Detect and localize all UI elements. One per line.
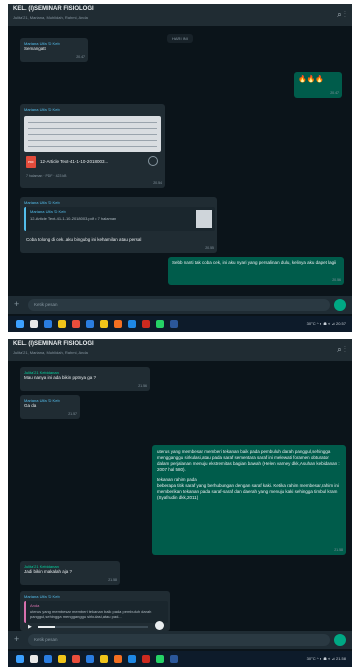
download-icon[interactable] [148, 156, 158, 166]
chat-header[interactable]: KEL. (I)SEMINAR FISIOLOGI Julita'21, Mar… [8, 4, 352, 26]
chat-header[interactable]: KEL. (I)SEMINAR FISIOLOGI Julita'21, Mar… [8, 339, 352, 361]
taskbar-app-icon[interactable] [142, 320, 150, 328]
message-time: 20.54 [153, 181, 162, 186]
message-time: 20.56 [332, 278, 341, 283]
sender-name: Mariana Ulfa 'D Keb [24, 200, 60, 205]
message-incoming[interactable]: Julita'21 Kebidanan Mau nanya ini ada bi… [20, 367, 150, 391]
whatsapp-screen-2: KEL. (I)SEMINAR FISIOLOGI Julita'21, Mar… [8, 339, 352, 667]
message-text: Jadi bikin makalah aja ? [24, 569, 73, 575]
document-thumbnail [196, 210, 212, 228]
windows-taskbar: 30°C ^ ◐ ☗ ⋄ ⊿ 20.57 [8, 316, 352, 332]
message-reply[interactable]: Mariana Ulfa 'D Keb Mariana Ulfa 'D Keb … [20, 197, 217, 253]
plus-icon[interactable]: + [14, 634, 19, 644]
taskbar-app-icon[interactable] [58, 655, 66, 663]
search-icon[interactable]: ⌕ ⋮ [337, 10, 346, 20]
message-time: 21.56 [138, 384, 147, 389]
taskbar-app-icon[interactable] [44, 655, 52, 663]
mic-icon[interactable] [334, 299, 346, 311]
message-incoming[interactable]: Mariana Ulfa 'D Keb Ga da 21.57 [20, 395, 80, 419]
message-text: Semangatt [24, 46, 46, 52]
taskbar-app-icon[interactable] [44, 320, 52, 328]
word-taskbar-icon[interactable] [170, 655, 178, 663]
compose-bar: + Ketik pesan [8, 296, 352, 314]
play-icon[interactable]: ▶ [28, 624, 32, 631]
message-incoming[interactable]: Julita'21 Kebidanan Jadi bikin makalah a… [20, 561, 120, 585]
system-tray[interactable]: 30°C ^ ◐ ☗ ⋄ ⊿ 21.58 [307, 656, 346, 661]
quote-sender: Mariana Ulfa 'D Keb [30, 209, 66, 214]
taskbar-app-icon[interactable] [128, 320, 136, 328]
chat-title: KEL. (I)SEMINAR FISIOLOGI [13, 341, 94, 347]
media-progress-bar[interactable] [38, 626, 148, 628]
message-outgoing[interactable]: 🔥🔥🔥 20.47 [294, 72, 342, 98]
message-time: 20.47 [330, 91, 339, 96]
message-time: 20.47 [76, 55, 85, 60]
message-text: Ga da [24, 403, 37, 409]
quote-sender: Anda [30, 603, 40, 608]
quote-text: 12-Article Text-41-1-10-2018003.pdf • 7 … [30, 216, 117, 221]
taskbar-app-icon[interactable] [100, 655, 108, 663]
message-text: Sebb nanti tak coba cek, ini aku nyari y… [172, 260, 337, 265]
taskbar-app-icon[interactable] [72, 320, 80, 328]
start-icon[interactable] [16, 320, 24, 328]
taskbar-app-icon[interactable] [72, 655, 80, 663]
quoted-message[interactable]: Anda uterus yang membesar memberi tekana… [24, 601, 168, 623]
system-tray[interactable]: 30°C ^ ◐ ☗ ⋄ ⊿ 20.57 [307, 321, 346, 326]
message-time: 20.55 [205, 246, 214, 251]
message-time: 21.58 [334, 548, 343, 553]
whatsapp-taskbar-icon[interactable] [156, 320, 164, 328]
windows-taskbar: 30°C ^ ◐ ☗ ⋄ ⊿ 21.58 [8, 651, 352, 667]
message-input[interactable]: Ketik pesan [28, 634, 330, 646]
taskbar-app-icon[interactable] [58, 320, 66, 328]
quoted-message[interactable]: Mariana Ulfa 'D Keb 12-Article Text-41-1… [24, 207, 215, 231]
document-preview[interactable] [24, 116, 161, 152]
message-text: Mau nanya ini ada bikin pptnya ga ? [24, 375, 97, 381]
taskbar-app-icon[interactable] [30, 655, 38, 663]
message-input[interactable]: Ketik pesan [28, 299, 330, 311]
start-icon[interactable] [16, 655, 24, 663]
taskbar-app-icon[interactable] [114, 320, 122, 328]
message-text: 🔥🔥🔥 [298, 76, 325, 83]
message-time: 21.57 [68, 412, 77, 417]
message-text: beberapa titik saraf yang berhubungan de… [157, 483, 339, 501]
file-meta: 7 halaman · PDF · 423 kB [26, 174, 67, 178]
word-taskbar-icon[interactable] [170, 320, 178, 328]
quote-text: uterus yang membesar memberi tekanan bai… [30, 609, 152, 620]
pdf-file-icon: PDF [26, 156, 36, 168]
whatsapp-taskbar-icon[interactable] [156, 655, 164, 663]
taskbar-app-icon[interactable] [114, 655, 122, 663]
chat-members: Julita'21, Mariana, Muhlidah, Rahmi, And… [13, 350, 88, 355]
taskbar-app-icon[interactable] [30, 320, 38, 328]
message-reply[interactable]: Mariana Ulfa 'D Keb Anda uterus yang mem… [20, 591, 170, 631]
message-outgoing[interactable]: uterus yang membesar memberi tekanan bai… [152, 445, 346, 555]
taskbar-app-icon[interactable] [100, 320, 108, 328]
taskbar-app-icon[interactable] [128, 655, 136, 663]
message-document[interactable]: Mariana Ulfa 'D Keb PDF 12-Article Text-… [20, 104, 165, 188]
sender-name: Mariana Ulfa 'D Keb [24, 594, 60, 599]
chat-title: KEL. (I)SEMINAR FISIOLOGI [13, 6, 94, 12]
taskbar-app-icon[interactable] [142, 655, 150, 663]
sender-name: Mariana Ulfa 'D Keb [24, 107, 60, 112]
message-text: Coba tolong di cek..aku bingubg ini keha… [26, 237, 142, 242]
taskbar-app-icon[interactable] [86, 320, 94, 328]
chat-members: Julita'21, Mariana, Muhlidah, Rahmi, And… [13, 15, 88, 20]
taskbar-app-icon[interactable] [86, 655, 94, 663]
date-badge: HARI INI [167, 34, 193, 43]
file-name: 12-Article Text-41-1-10-2018003... [40, 159, 109, 164]
message-time: 21.58 [108, 578, 117, 583]
volume-button[interactable] [155, 621, 164, 630]
compose-bar: + Ketik pesan [8, 631, 352, 649]
mic-icon[interactable] [334, 634, 346, 646]
plus-icon[interactable]: + [14, 299, 19, 309]
search-icon[interactable]: ⌕ ⋮ [337, 345, 346, 355]
message-outgoing[interactable]: Sebb nanti tak coba cek, ini aku nyari y… [168, 257, 344, 285]
message-incoming[interactable]: Mariana Ulfa 'D Keb Semangatt 20.47 [20, 38, 88, 62]
message-text: uterus yang membesar memberi tekanan bai… [157, 449, 340, 473]
whatsapp-screen-1: KEL. (I)SEMINAR FISIOLOGI Julita'21, Mar… [8, 4, 352, 332]
